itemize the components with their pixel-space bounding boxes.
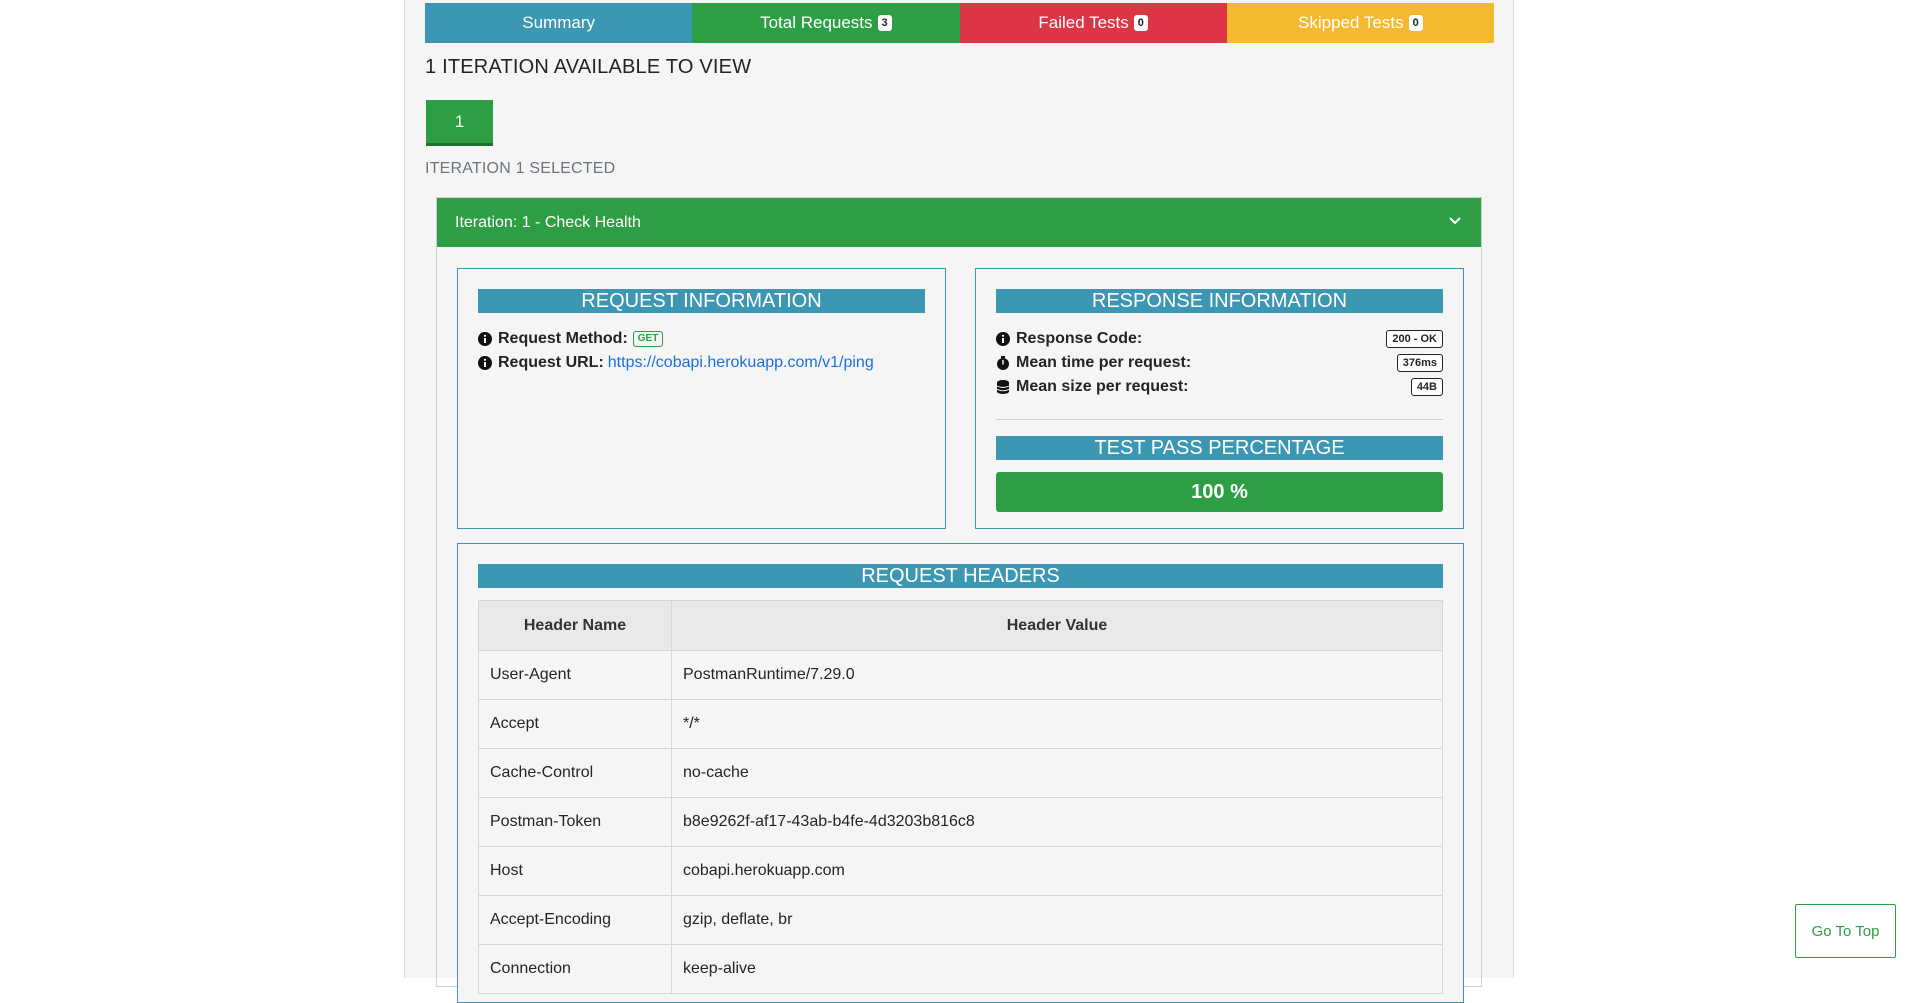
tab-total-requests[interactable]: Total Requests 3 (692, 3, 960, 43)
iteration-1-button[interactable]: 1 (426, 100, 493, 146)
table-row: Cache-Control no-cache (478, 748, 1443, 798)
iterations-heading: 1 ITERATION AVAILABLE TO VIEW (425, 56, 752, 78)
info-icon (478, 332, 492, 346)
header-value-cell: gzip, deflate, br (671, 895, 1443, 945)
response-info-title: RESPONSE INFORMATION (996, 289, 1443, 313)
header-value-cell: no-cache (671, 748, 1443, 798)
header-value-cell: PostmanRuntime/7.29.0 (671, 650, 1443, 700)
info-icon (996, 332, 1010, 346)
table-row: User-Agent PostmanRuntime/7.29.0 (478, 650, 1443, 700)
tab-skipped-tests-label: Skipped Tests (1298, 13, 1404, 32)
mean-size-badge: 44B (1410, 378, 1443, 396)
table-row: Connection keep-alive (478, 944, 1443, 994)
request-url-link[interactable]: https://cobapi.herokuapp.com/v1/ping (608, 354, 874, 372)
mean-size-row: Mean size per request: 44B (996, 375, 1443, 399)
tab-summary-label: Summary (522, 13, 595, 32)
request-url-label: Request URL: (498, 354, 604, 371)
header-name-cell: Host (478, 846, 672, 896)
test-pass-bar: 100 % (996, 472, 1443, 512)
request-headers-title: REQUEST HEADERS (478, 564, 1443, 588)
header-name-cell: Postman-Token (478, 797, 672, 847)
header-name-cell: Connection (478, 944, 672, 994)
accordion-title: Iteration: 1 - Check Health (455, 213, 641, 231)
tab-skipped-tests[interactable]: Skipped Tests 0 (1226, 3, 1494, 43)
skipped-tests-count-badge: 0 (1408, 15, 1423, 31)
request-url-line: Request URL: https://cobapi.herokuapp.co… (478, 351, 925, 375)
report-container: Summary Total Requests 3 Failed Tests 0 … (404, 0, 1514, 1003)
divider (996, 419, 1443, 420)
mean-time-badge: 376ms (1396, 354, 1443, 372)
request-info-card: REQUEST INFORMATION Request Method: GET (457, 268, 946, 529)
mean-time-label: Mean time per request: (1016, 354, 1192, 371)
mean-size-label: Mean size per request: (1016, 378, 1189, 395)
summary-tabs: Summary Total Requests 3 Failed Tests 0 … (425, 3, 1494, 43)
header-name-cell: Accept (478, 699, 672, 749)
request-headers-card: REQUEST HEADERS Header Name Header Value… (457, 543, 1464, 1003)
request-info-title: REQUEST INFORMATION (478, 289, 925, 313)
response-code-label: Response Code: (1016, 330, 1143, 347)
tab-summary[interactable]: Summary (425, 3, 693, 43)
header-value-cell: */* (671, 699, 1443, 749)
failed-tests-count-badge: 0 (1133, 15, 1148, 31)
iteration-selected-text: ITERATION 1 SELECTED (425, 160, 616, 177)
header-value-cell: cobapi.herokuapp.com (671, 846, 1443, 896)
column-header-name: Header Name (478, 600, 672, 651)
info-icon (478, 356, 492, 370)
mean-time-row: Mean time per request: 376ms (996, 351, 1443, 375)
table-row: Accept */* (478, 699, 1443, 749)
header-name-cell: Accept-Encoding (478, 895, 672, 945)
stopwatch-icon (996, 356, 1010, 370)
go-to-top-button[interactable]: Go To Top (1795, 904, 1896, 958)
header-name-cell: Cache-Control (478, 748, 672, 798)
tab-total-requests-label: Total Requests (760, 13, 873, 32)
header-value-cell: keep-alive (671, 944, 1443, 994)
column-header-value: Header Value (671, 600, 1443, 651)
response-code-badge: 200 - OK (1386, 330, 1443, 348)
test-pass-progress: 100 % (996, 472, 1443, 512)
table-row: Host cobapi.herokuapp.com (478, 846, 1443, 896)
table-row: Postman-Token b8e9262f-af17-43ab-b4fe-4d… (478, 797, 1443, 847)
test-pass-title: TEST PASS PERCENTAGE (996, 436, 1443, 460)
test-pass-value: 100 % (1191, 480, 1248, 503)
request-method-label: Request Method: (498, 330, 628, 347)
tab-failed-tests[interactable]: Failed Tests 0 (959, 3, 1227, 43)
header-value-cell: b8e9262f-af17-43ab-b4fe-4d3203b816c8 (671, 797, 1443, 847)
table-header-row: Header Name Header Value (478, 600, 1443, 651)
request-method-line: Request Method: GET (478, 327, 925, 351)
table-row: Accept-Encoding gzip, deflate, br (478, 895, 1443, 945)
response-code-row: Response Code: 200 - OK (996, 327, 1443, 351)
database-icon (996, 380, 1010, 394)
accordion-header[interactable]: Iteration: 1 - Check Health (437, 198, 1481, 247)
request-headers-table: Header Name Header Value User-Agent Post… (478, 600, 1443, 994)
request-method-badge: GET (632, 331, 664, 347)
iteration-accordion: Iteration: 1 - Check Health REQUEST INFO… (436, 197, 1482, 1003)
total-requests-count-badge: 3 (877, 15, 892, 31)
header-name-cell: User-Agent (478, 650, 672, 700)
chevron-down-icon[interactable] (1447, 212, 1463, 233)
tab-failed-tests-label: Failed Tests (1038, 13, 1129, 32)
response-info-card: RESPONSE INFORMATION Response Code: 200 … (975, 268, 1464, 529)
